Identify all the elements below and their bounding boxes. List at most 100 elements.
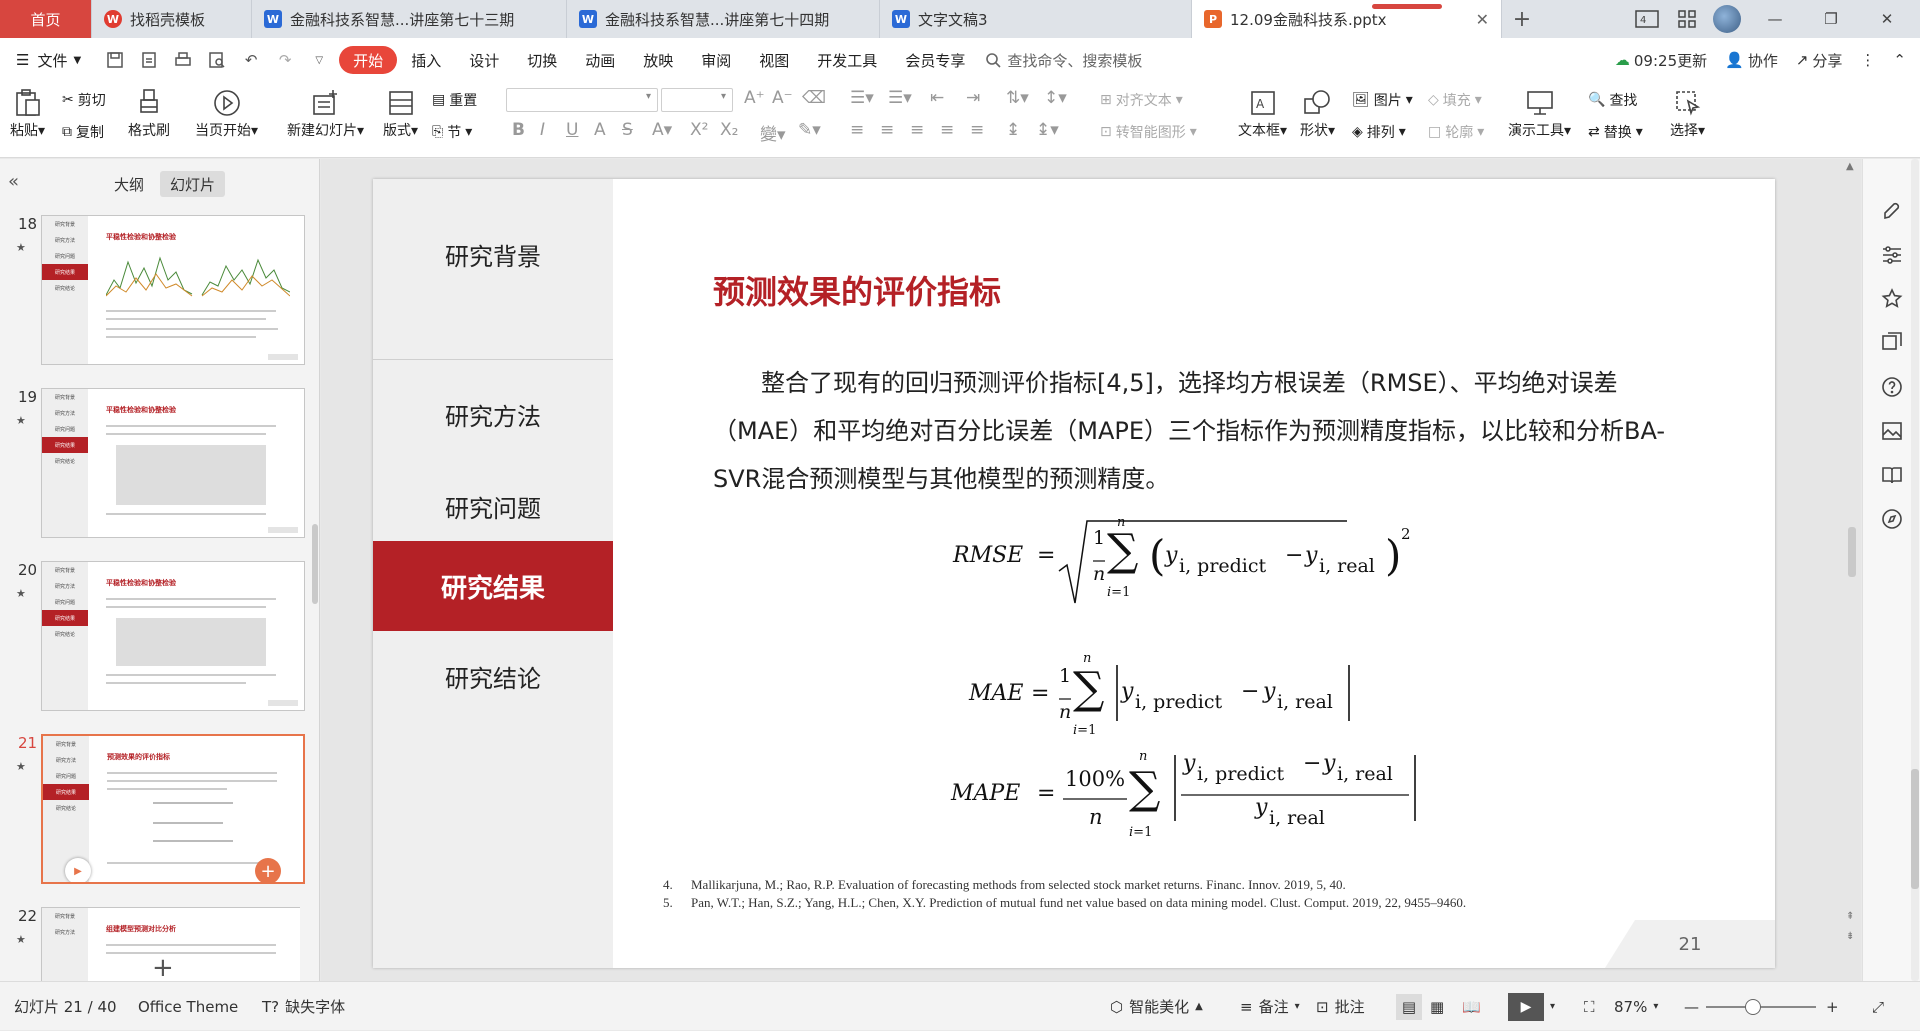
close-tab-icon[interactable]: ✕ (1476, 10, 1489, 29)
arrange-button[interactable]: ◈ 排列 ▾ (1352, 122, 1406, 142)
help-icon[interactable] (1880, 375, 1904, 399)
star-effect-icon[interactable] (1880, 287, 1904, 311)
minimize-icon[interactable]: — (1750, 0, 1800, 38)
increase-font-icon[interactable]: A⁺ (744, 88, 765, 108)
font-size-select[interactable]: ▾ (661, 88, 733, 112)
menu-tab-developer[interactable]: 开发工具 (803, 45, 891, 75)
phonetic-icon[interactable]: 變▾ (760, 120, 786, 145)
paste-button[interactable]: 粘贴▾ (10, 86, 45, 140)
decrease-font-icon[interactable]: A⁻ (772, 88, 793, 108)
clear-format-icon[interactable]: ⌫ (802, 88, 826, 108)
reset-button[interactable]: ▤ 重置 (432, 90, 477, 110)
shape-button[interactable]: 形状▾ (1300, 86, 1335, 140)
current-slide[interactable]: 研究背景 研究方法 研究问题 研究结果 研究结论 预测效果的评价指标 整合了现有… (373, 179, 1775, 968)
shadow-icon[interactable]: A (594, 120, 606, 140)
picture-button[interactable]: 🖼 图片 ▾ (1352, 90, 1413, 110)
highlight-icon[interactable]: ✎▾ (798, 120, 821, 140)
comments-button[interactable]: ⊡ 批注 (1316, 982, 1365, 1031)
align-center-icon[interactable]: ≡ (880, 120, 894, 140)
fill-button[interactable]: ◇ 填充 ▾ (1428, 90, 1482, 110)
line-spacing-icon[interactable]: ↨ (1006, 120, 1020, 140)
next-slide-icon[interactable]: ⇟ (1846, 931, 1854, 942)
print-icon[interactable] (173, 50, 193, 70)
menu-tab-member[interactable]: 会员专享 (891, 45, 979, 75)
align-right-icon[interactable]: ≡ (910, 120, 924, 140)
menu-tab-home[interactable]: 开始 (339, 46, 398, 74)
underline-icon[interactable]: U (566, 120, 578, 140)
tab-doc-73[interactable]: W 金融科技系智慧...讲座第七十三期 (252, 0, 567, 38)
layout-button[interactable]: 版式▾ (383, 86, 418, 140)
font-color-icon[interactable]: A▾ (652, 120, 672, 140)
cut-button[interactable]: ✂ 剪切 (62, 90, 106, 110)
align-text-button[interactable]: ⊞ 对齐文本 ▾ (1100, 90, 1183, 110)
redo-icon[interactable]: ↷ (275, 50, 295, 70)
italic-icon[interactable]: I (540, 120, 545, 140)
menu-tab-slideshow[interactable]: 放映 (629, 45, 687, 75)
zoom-select[interactable]: 87% ▾ (1614, 982, 1658, 1031)
tab-outline[interactable]: 大纲 (104, 171, 154, 197)
undo-icon[interactable]: ↶ (241, 50, 261, 70)
numbering-icon[interactable]: ☰▾ (888, 88, 912, 108)
transition-icon[interactable] (1880, 331, 1904, 355)
subscript-icon[interactable]: X₂ (720, 120, 738, 140)
close-window-icon[interactable]: ✕ (1862, 0, 1912, 38)
compass-icon[interactable] (1880, 507, 1904, 531)
beautify-button[interactable]: ⬡ 智能美化 ▲ (1110, 982, 1203, 1031)
menu-tab-animation[interactable]: 动画 (571, 45, 629, 75)
reading-view-button[interactable]: 📖 (1462, 982, 1481, 1031)
right-scroll-thumb[interactable] (1911, 769, 1919, 889)
sorter-view-button[interactable]: ▦ (1430, 982, 1444, 1031)
restore-icon[interactable]: ❐ (1806, 0, 1856, 38)
layout-icon[interactable]: 4 (1630, 0, 1664, 38)
prev-slide-icon[interactable]: ⇞ (1846, 911, 1854, 922)
normal-view-button[interactable]: ▤ (1396, 982, 1422, 1031)
text-direction-icon[interactable]: ⇅▾ (1006, 88, 1029, 108)
fit-window-button[interactable]: ⛶ (1584, 982, 1595, 1031)
scroll-up-icon[interactable]: ▲ (1846, 161, 1854, 172)
replace-button[interactable]: ⇄ 替换 ▾ (1588, 122, 1643, 142)
select-button[interactable]: 选择▾ (1670, 86, 1705, 140)
add-slide-icon[interactable]: + (255, 858, 281, 882)
textbox-button[interactable]: A 文本框▾ (1238, 86, 1287, 140)
distribute-icon[interactable]: ≡ (970, 120, 984, 140)
fullscreen-button[interactable]: ⤢ (1872, 982, 1884, 1031)
zoom-slider[interactable] (1706, 982, 1816, 1031)
section-button[interactable]: ⎘ 节 ▾ (432, 122, 472, 142)
share-button[interactable]: ↗ 分享 (1796, 50, 1843, 71)
format-painter-button[interactable]: 格式刷 (128, 86, 170, 140)
canvas-scrollbar-thumb[interactable] (1848, 527, 1856, 577)
add-tab-icon[interactable]: + (1502, 0, 1542, 38)
avatar[interactable] (1710, 0, 1744, 38)
smartart-button[interactable]: ⊡ 转智能图形 ▾ (1100, 122, 1197, 142)
copy-button[interactable]: ⧉ 复制 (62, 122, 104, 142)
zoom-out-button[interactable]: — (1684, 982, 1699, 1031)
outdent-icon[interactable]: ⇤ (930, 88, 944, 108)
export-pdf-icon[interactable] (139, 50, 159, 70)
bullets-icon[interactable]: ☰▾ (850, 88, 874, 108)
collapse-panel-icon[interactable]: « (8, 171, 19, 192)
present-tools-button[interactable]: 演示工具▾ (1508, 86, 1571, 140)
save-icon[interactable] (105, 50, 125, 70)
theme-name[interactable]: Office Theme (138, 982, 238, 1031)
menu-tab-review[interactable]: 审阅 (687, 45, 745, 75)
superscript-icon[interactable]: X² (690, 120, 708, 140)
align-left-icon[interactable]: ≡ (850, 120, 864, 140)
print-preview-icon[interactable] (207, 50, 227, 70)
menu-tab-view[interactable]: 视图 (745, 45, 803, 75)
tab-home[interactable]: 首页 (0, 0, 92, 38)
find-button[interactable]: 🔍 查找 (1588, 90, 1637, 110)
zoom-slider-knob[interactable] (1745, 998, 1762, 1015)
file-menu[interactable]: ☰ 文件 ▼ (0, 45, 95, 75)
notes-button[interactable]: ≡ 备注 ▾ (1240, 982, 1300, 1031)
missing-font-button[interactable]: T? 缺失字体 (262, 982, 345, 1031)
tab-slides[interactable]: 幻灯片 (160, 171, 226, 197)
book-icon[interactable] (1880, 463, 1904, 487)
strikethrough-icon[interactable]: S (622, 120, 633, 140)
menu-tab-insert[interactable]: 插入 (397, 45, 455, 75)
bold-icon[interactable]: B (512, 120, 525, 140)
add-slide-bottom-icon[interactable]: + (152, 953, 174, 983)
menu-tab-transition[interactable]: 切换 (513, 45, 571, 75)
menu-tab-design[interactable]: 设计 (455, 45, 513, 75)
font-family-select[interactable]: ▾ (506, 88, 658, 112)
more-icon[interactable]: ⋮ (1860, 51, 1875, 69)
